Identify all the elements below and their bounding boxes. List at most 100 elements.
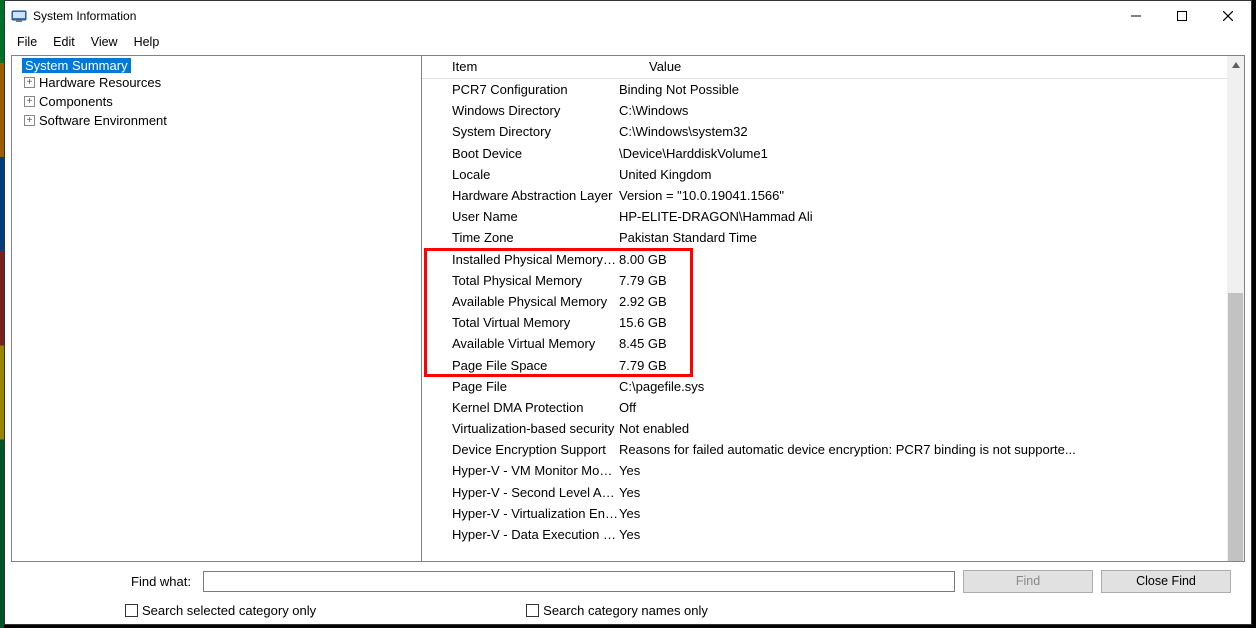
tree-item-components[interactable]: + Components xyxy=(14,92,421,111)
cell-value: Off xyxy=(619,400,1244,415)
table-row[interactable]: Hyper-V - VM Monitor Mode E...Yes xyxy=(422,460,1244,481)
content-area: System Summary + Hardware Resources + Co… xyxy=(11,55,1245,562)
vertical-scrollbar[interactable] xyxy=(1227,56,1244,561)
cell-item: Total Virtual Memory xyxy=(422,315,619,330)
cell-item: System Directory xyxy=(422,124,619,139)
cell-value: 8.45 GB xyxy=(619,336,1244,351)
table-row[interactable]: Page File Space7.79 GB xyxy=(422,354,1244,375)
table-row[interactable]: Total Physical Memory7.79 GB xyxy=(422,270,1244,291)
cell-item: Hyper-V - VM Monitor Mode E... xyxy=(422,463,619,478)
cell-value: 2.92 GB xyxy=(619,294,1244,309)
details-pane: Item Value PCR7 ConfigurationBinding Not… xyxy=(422,56,1244,561)
checkbox-icon[interactable] xyxy=(526,604,539,617)
cell-value: Yes xyxy=(619,506,1244,521)
cell-value: Version = "10.0.19041.1566" xyxy=(619,188,1244,203)
tree-label: Hardware Resources xyxy=(39,75,161,90)
cell-value: Reasons for failed automatic device encr… xyxy=(619,442,1244,457)
cell-item: Hyper-V - Data Execution Prote... xyxy=(422,527,619,542)
cell-item: Hyper-V - Virtualization Enable... xyxy=(422,506,619,521)
cell-value: 7.79 GB xyxy=(619,273,1244,288)
table-row[interactable]: User NameHP-ELITE-DRAGON\Hammad Ali xyxy=(422,206,1244,227)
cell-item: Hardware Abstraction Layer xyxy=(422,188,619,203)
details-rows: PCR7 ConfigurationBinding Not PossibleWi… xyxy=(422,79,1244,545)
cell-value: C:\Windows\system32 xyxy=(619,124,1244,139)
cell-value: Pakistan Standard Time xyxy=(619,230,1244,245)
menu-help[interactable]: Help xyxy=(126,33,168,51)
cell-item: Available Virtual Memory xyxy=(422,336,619,351)
checkbox-icon[interactable] xyxy=(125,604,138,617)
cell-item: Windows Directory xyxy=(422,103,619,118)
col-header-item[interactable]: Item xyxy=(422,56,619,78)
scroll-up-icon[interactable] xyxy=(1227,56,1244,73)
cell-item: Time Zone xyxy=(422,230,619,245)
cell-item: Virtualization-based security xyxy=(422,421,619,436)
cell-item: Page File Space xyxy=(422,358,619,373)
maximize-button[interactable] xyxy=(1159,1,1205,31)
app-icon xyxy=(11,8,27,24)
table-row[interactable]: Available Physical Memory2.92 GB xyxy=(422,291,1244,312)
menu-view[interactable]: View xyxy=(83,33,126,51)
menubar: File Edit View Help xyxy=(5,31,1251,53)
tree-item-hardware-resources[interactable]: + Hardware Resources xyxy=(14,73,421,92)
cell-value: United Kingdom xyxy=(619,167,1244,182)
category-tree[interactable]: System Summary + Hardware Resources + Co… xyxy=(12,56,422,561)
cell-item: Installed Physical Memory (RAM) xyxy=(422,252,619,267)
table-row[interactable]: Kernel DMA ProtectionOff xyxy=(422,397,1244,418)
table-row[interactable]: Boot Device\Device\HarddiskVolume1 xyxy=(422,143,1244,164)
menu-edit[interactable]: Edit xyxy=(45,33,83,51)
table-row[interactable]: Windows DirectoryC:\Windows xyxy=(422,100,1244,121)
minimize-button[interactable] xyxy=(1113,1,1159,31)
find-input[interactable] xyxy=(203,571,955,592)
table-row[interactable]: Page FileC:\pagefile.sys xyxy=(422,376,1244,397)
table-row[interactable]: Hardware Abstraction LayerVersion = "10.… xyxy=(422,185,1244,206)
checkbox-label: Search category names only xyxy=(543,603,708,618)
find-button[interactable]: Find xyxy=(963,570,1093,593)
table-row[interactable]: Available Virtual Memory8.45 GB xyxy=(422,333,1244,354)
titlebar[interactable]: System Information xyxy=(5,1,1251,31)
table-row[interactable]: Hyper-V - Virtualization Enable...Yes xyxy=(422,503,1244,524)
scroll-thumb[interactable] xyxy=(1228,293,1243,561)
menu-file[interactable]: File xyxy=(9,33,45,51)
window-title: System Information xyxy=(33,9,1113,23)
expand-icon[interactable]: + xyxy=(24,115,35,126)
close-button[interactable] xyxy=(1205,1,1251,31)
table-row[interactable]: Time ZonePakistan Standard Time xyxy=(422,227,1244,248)
cell-value: Binding Not Possible xyxy=(619,82,1244,97)
tree-root-system-summary[interactable]: System Summary xyxy=(22,58,131,73)
table-row[interactable]: System DirectoryC:\Windows\system32 xyxy=(422,121,1244,142)
close-find-button[interactable]: Close Find xyxy=(1101,570,1231,593)
cell-value: 15.6 GB xyxy=(619,315,1244,330)
table-row[interactable]: PCR7 ConfigurationBinding Not Possible xyxy=(422,79,1244,100)
column-headers[interactable]: Item Value xyxy=(422,56,1244,79)
cell-value: Not enabled xyxy=(619,421,1244,436)
find-panel: Find what: Find Close Find Search select… xyxy=(5,562,1251,624)
cell-item: Available Physical Memory xyxy=(422,294,619,309)
table-row[interactable]: Hyper-V - Second Level Addres...Yes xyxy=(422,482,1244,503)
checkbox-search-category-names[interactable]: Search category names only xyxy=(526,603,708,618)
system-information-window: System Information File Edit View Help S… xyxy=(4,0,1252,625)
col-header-value[interactable]: Value xyxy=(619,56,1244,78)
cell-item: Page File xyxy=(422,379,619,394)
cell-value: Yes xyxy=(619,463,1244,478)
table-row[interactable]: Installed Physical Memory (RAM)8.00 GB xyxy=(422,249,1244,270)
find-label: Find what: xyxy=(25,574,195,589)
cell-item: Locale xyxy=(422,167,619,182)
table-row[interactable]: Virtualization-based securityNot enabled xyxy=(422,418,1244,439)
cell-value: \Device\HarddiskVolume1 xyxy=(619,146,1244,161)
table-row[interactable]: Device Encryption SupportReasons for fai… xyxy=(422,439,1244,460)
cell-item: Boot Device xyxy=(422,146,619,161)
cell-value: 8.00 GB xyxy=(619,252,1244,267)
checkbox-label: Search selected category only xyxy=(142,603,316,618)
tree-item-software-environment[interactable]: + Software Environment xyxy=(14,111,421,130)
cell-value: C:\pagefile.sys xyxy=(619,379,1244,394)
table-row[interactable]: Total Virtual Memory15.6 GB xyxy=(422,312,1244,333)
cell-value: 7.79 GB xyxy=(619,358,1244,373)
checkbox-search-selected-category[interactable]: Search selected category only xyxy=(125,603,316,618)
expand-icon[interactable]: + xyxy=(24,77,35,88)
scroll-track[interactable] xyxy=(1227,73,1244,544)
cell-value: HP-ELITE-DRAGON\Hammad Ali xyxy=(619,209,1244,224)
expand-icon[interactable]: + xyxy=(24,96,35,107)
tree-label: Components xyxy=(39,94,113,109)
table-row[interactable]: Hyper-V - Data Execution Prote...Yes xyxy=(422,524,1244,545)
table-row[interactable]: LocaleUnited Kingdom xyxy=(422,164,1244,185)
